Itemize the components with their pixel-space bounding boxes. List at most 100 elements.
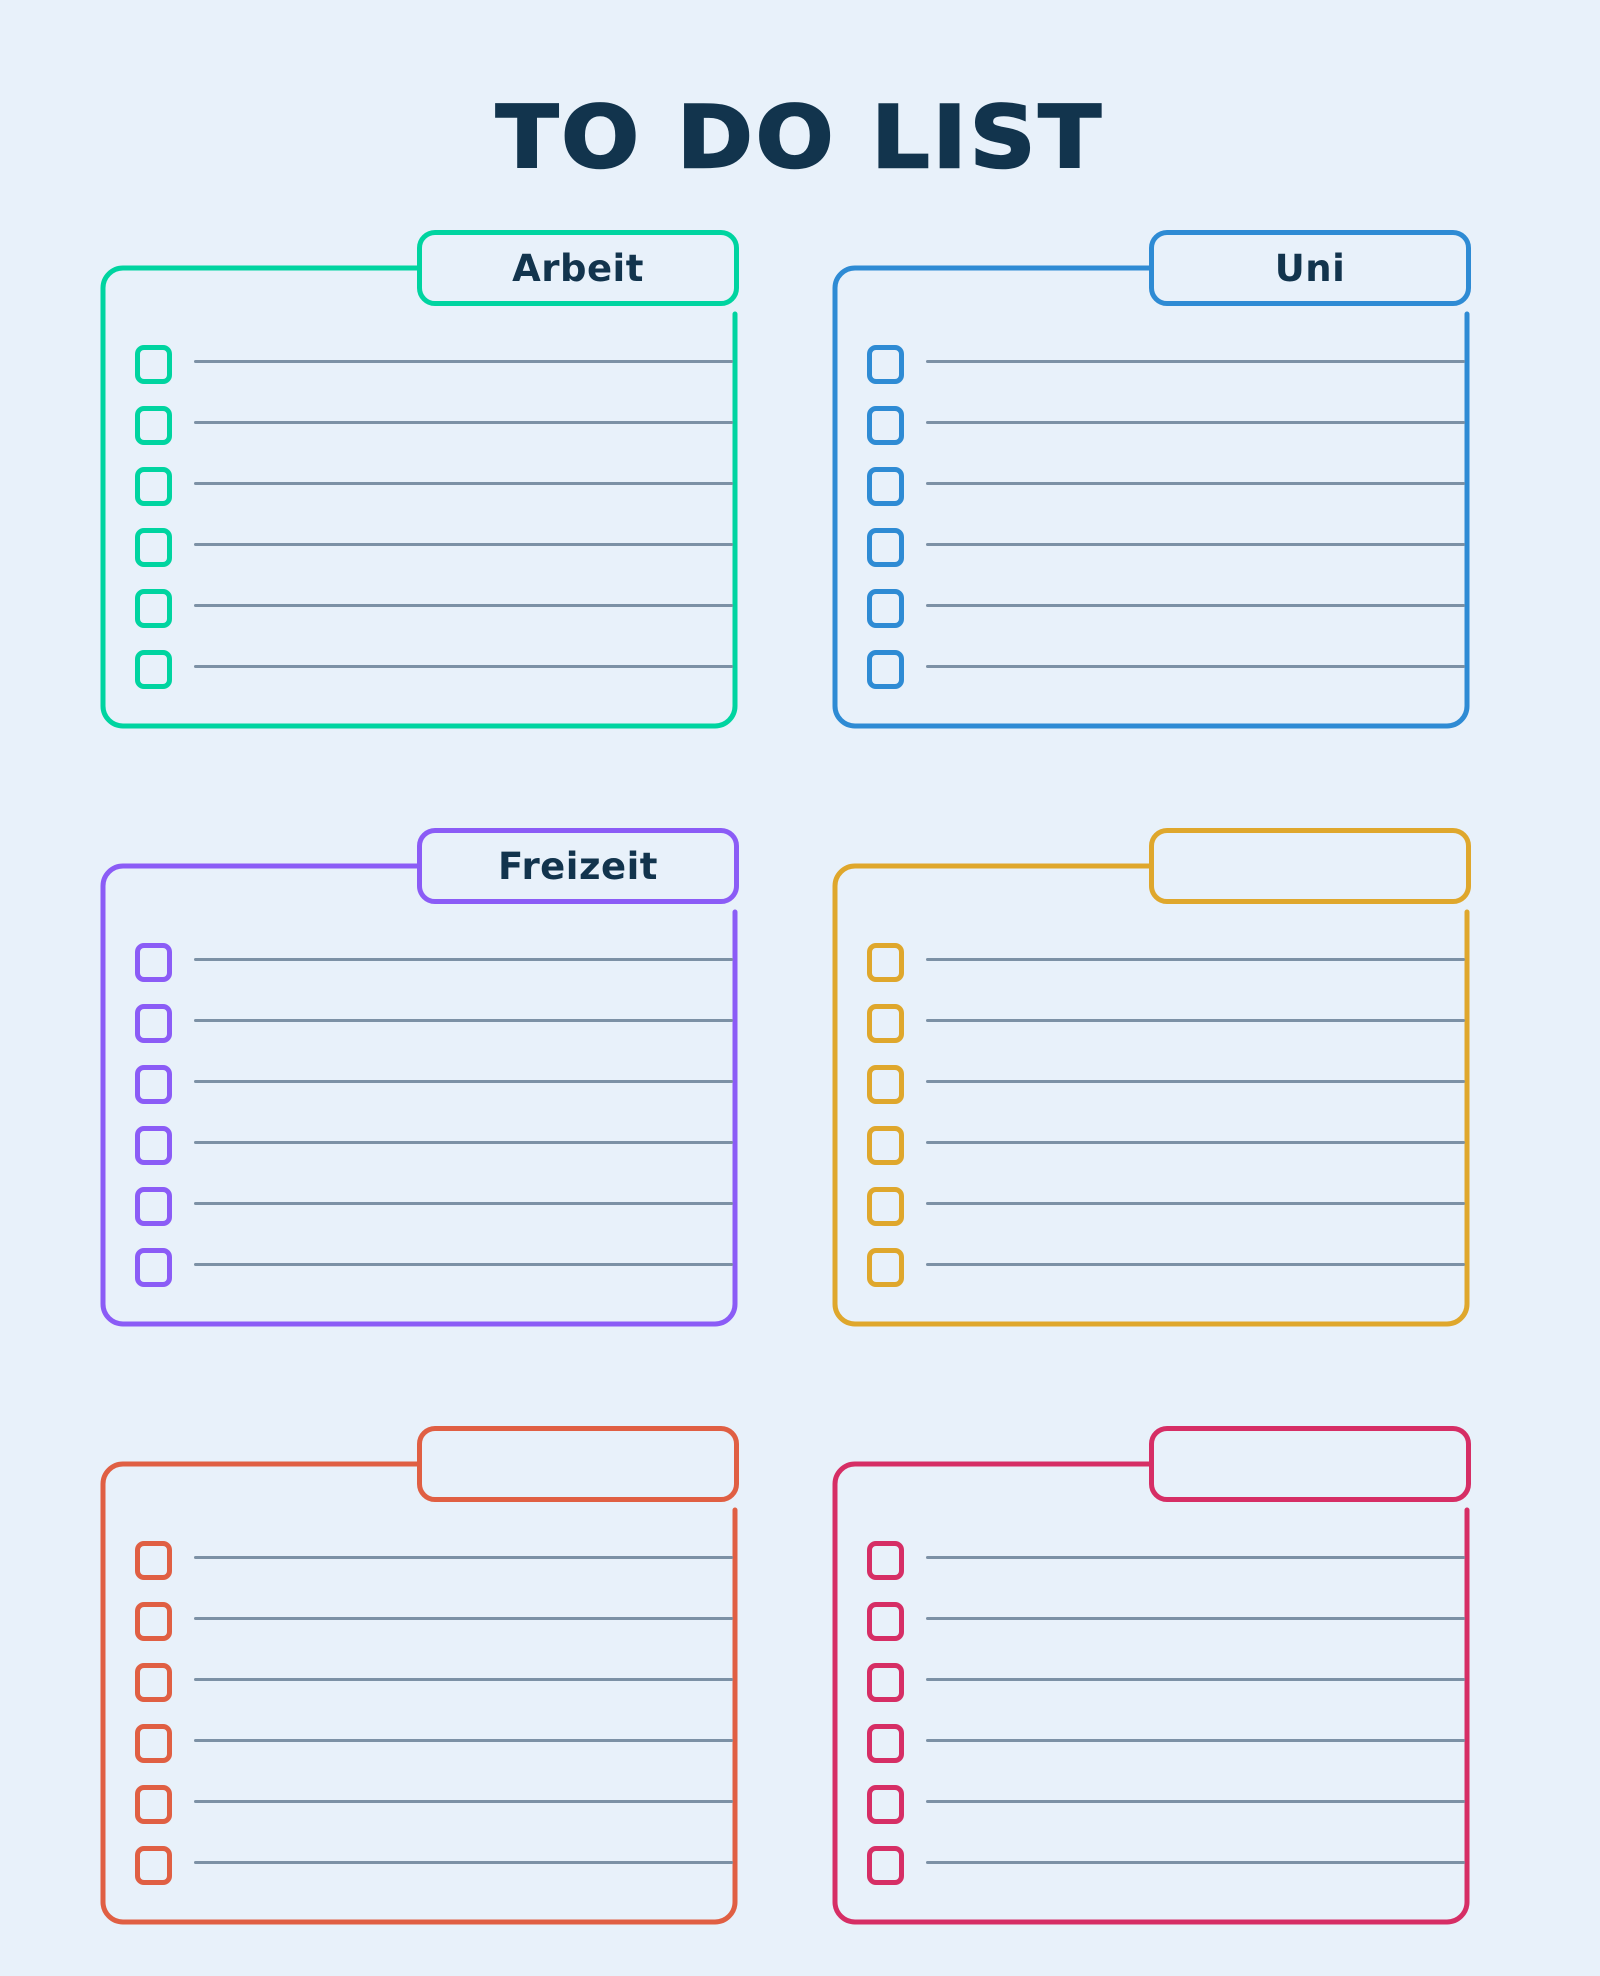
card-tab-label: Uni (1274, 246, 1346, 290)
checklist-row (867, 1713, 1465, 1774)
checklist-row (867, 1176, 1465, 1237)
write-line[interactable] (194, 1141, 733, 1144)
checklist-row (867, 1054, 1465, 1115)
write-line[interactable] (194, 1678, 733, 1681)
checklist-row (135, 1591, 733, 1652)
checkbox-icon[interactable] (135, 943, 172, 982)
checkbox-icon[interactable] (867, 345, 904, 384)
checklist (135, 932, 733, 1298)
write-line[interactable] (194, 1080, 733, 1083)
checkbox-icon[interactable] (135, 1004, 172, 1043)
todo-card-orange (99, 1426, 769, 1926)
checklist-row (135, 395, 733, 456)
checklist-row (135, 1530, 733, 1591)
card-tab-label: Arbeit (512, 246, 644, 290)
write-line[interactable] (194, 665, 733, 668)
write-line[interactable] (926, 360, 1465, 363)
checklist-row (867, 1115, 1465, 1176)
checkbox-icon[interactable] (867, 1724, 904, 1763)
checkbox-icon[interactable] (867, 589, 904, 628)
checklist-row (135, 517, 733, 578)
checklist-row (867, 932, 1465, 993)
write-line[interactable] (926, 1080, 1465, 1083)
checkbox-icon[interactable] (867, 1846, 904, 1885)
checkbox-icon[interactable] (867, 406, 904, 445)
write-line[interactable] (926, 1617, 1465, 1620)
write-line[interactable] (926, 1263, 1465, 1266)
write-line[interactable] (194, 604, 733, 607)
checkbox-icon[interactable] (867, 943, 904, 982)
checkbox-icon[interactable] (867, 1065, 904, 1104)
checklist-row (867, 395, 1465, 456)
write-line[interactable] (926, 665, 1465, 668)
checkbox-icon[interactable] (867, 1663, 904, 1702)
card-tab-orange[interactable] (417, 1426, 739, 1502)
write-line[interactable] (194, 1861, 733, 1864)
checkbox-icon[interactable] (135, 1248, 172, 1287)
write-line[interactable] (926, 1739, 1465, 1742)
write-line[interactable] (194, 1800, 733, 1803)
write-line[interactable] (194, 1019, 733, 1022)
write-line[interactable] (926, 543, 1465, 546)
checklist-row (135, 334, 733, 395)
write-line[interactable] (194, 1202, 733, 1205)
checkbox-icon[interactable] (135, 1126, 172, 1165)
write-line[interactable] (194, 1739, 733, 1742)
write-line[interactable] (926, 1678, 1465, 1681)
checkbox-icon[interactable] (867, 1248, 904, 1287)
write-line[interactable] (926, 421, 1465, 424)
checklist-row (135, 1652, 733, 1713)
checkbox-icon[interactable] (135, 1541, 172, 1580)
checklist-row (867, 1237, 1465, 1298)
card-tab-uni[interactable]: Uni (1149, 230, 1471, 306)
checkbox-icon[interactable] (867, 467, 904, 506)
write-line[interactable] (194, 1263, 733, 1266)
checkbox-icon[interactable] (135, 589, 172, 628)
checkbox-icon[interactable] (135, 650, 172, 689)
checklist-row (135, 456, 733, 517)
card-tab-label: Freizeit (498, 844, 658, 888)
write-line[interactable] (194, 360, 733, 363)
write-line[interactable] (926, 958, 1465, 961)
checkbox-icon[interactable] (135, 1785, 172, 1824)
write-line[interactable] (194, 1617, 733, 1620)
card-tab-amber[interactable] (1149, 828, 1471, 904)
write-line[interactable] (194, 543, 733, 546)
write-line[interactable] (926, 604, 1465, 607)
write-line[interactable] (194, 482, 733, 485)
checkbox-icon[interactable] (135, 467, 172, 506)
checkbox-icon[interactable] (135, 1724, 172, 1763)
write-line[interactable] (194, 958, 733, 961)
write-line[interactable] (194, 1556, 733, 1559)
write-line[interactable] (926, 1861, 1465, 1864)
checkbox-icon[interactable] (867, 1187, 904, 1226)
checkbox-icon[interactable] (867, 1541, 904, 1580)
card-tab-arbeit[interactable]: Arbeit (417, 230, 739, 306)
card-tab-freizeit[interactable]: Freizeit (417, 828, 739, 904)
write-line[interactable] (926, 1141, 1465, 1144)
write-line[interactable] (926, 482, 1465, 485)
checkbox-icon[interactable] (135, 528, 172, 567)
checklist-row (135, 1713, 733, 1774)
write-line[interactable] (926, 1019, 1465, 1022)
write-line[interactable] (926, 1800, 1465, 1803)
checkbox-icon[interactable] (867, 1126, 904, 1165)
checkbox-icon[interactable] (867, 1004, 904, 1043)
todo-board: Arbeit Uni Freizeit (0, 230, 1600, 1976)
checklist-row (135, 932, 733, 993)
write-line[interactable] (926, 1202, 1465, 1205)
checkbox-icon[interactable] (135, 345, 172, 384)
write-line[interactable] (926, 1556, 1465, 1559)
checkbox-icon[interactable] (135, 1602, 172, 1641)
checkbox-icon[interactable] (135, 1846, 172, 1885)
checkbox-icon[interactable] (867, 1785, 904, 1824)
checkbox-icon[interactable] (867, 528, 904, 567)
write-line[interactable] (194, 421, 733, 424)
checkbox-icon[interactable] (135, 1663, 172, 1702)
checkbox-icon[interactable] (135, 1187, 172, 1226)
checkbox-icon[interactable] (867, 650, 904, 689)
checkbox-icon[interactable] (867, 1602, 904, 1641)
card-tab-pink[interactable] (1149, 1426, 1471, 1502)
checkbox-icon[interactable] (135, 406, 172, 445)
checkbox-icon[interactable] (135, 1065, 172, 1104)
